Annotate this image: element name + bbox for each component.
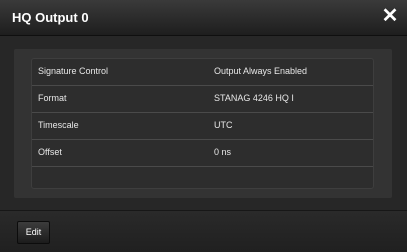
setting-label: Format bbox=[38, 93, 67, 103]
close-icon[interactable]: ✕ bbox=[379, 4, 401, 28]
setting-label: Timescale bbox=[38, 120, 79, 130]
setting-value: UTC bbox=[214, 120, 233, 130]
dialog-titlebar: HQ Output 0 ✕ bbox=[0, 0, 407, 36]
setting-label: Signature Control bbox=[38, 66, 109, 76]
setting-value: STANAG 4246 HQ I bbox=[214, 93, 294, 103]
setting-value: Output Always Enabled bbox=[214, 66, 308, 76]
setting-label: Offset bbox=[38, 147, 62, 157]
setting-row-format: Format STANAG 4246 HQ I bbox=[32, 86, 373, 113]
settings-table: Signature Control Output Always Enabled … bbox=[31, 58, 374, 189]
setting-row-offset: Offset 0 ns bbox=[32, 140, 373, 167]
dialog-body: Signature Control Output Always Enabled … bbox=[0, 36, 407, 210]
setting-row-signature-control: Signature Control Output Always Enabled bbox=[32, 59, 373, 86]
dialog-footer: Edit bbox=[0, 210, 407, 252]
setting-row-timescale: Timescale UTC bbox=[32, 113, 373, 140]
dialog-title: HQ Output 0 bbox=[12, 10, 89, 25]
settings-panel: Signature Control Output Always Enabled … bbox=[14, 49, 392, 198]
edit-button[interactable]: Edit bbox=[17, 221, 50, 244]
setting-value: 0 ns bbox=[214, 147, 232, 157]
hq-output-dialog: HQ Output 0 ✕ Signature Control Output A… bbox=[0, 0, 407, 252]
